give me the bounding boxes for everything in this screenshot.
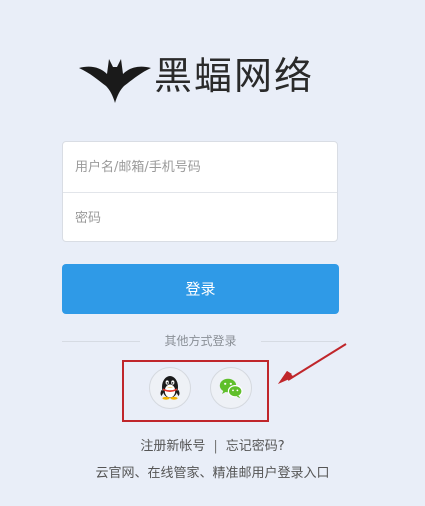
footer-text: 云官网、在线管家、精准邮用户登录入口	[95, 466, 330, 481]
link-separator: |	[213, 439, 218, 454]
annotation-arrow-icon	[278, 343, 347, 384]
bat-logo-icon	[79, 59, 151, 103]
brand-logo: 黑蝠网络	[78, 48, 328, 104]
wechat-login-button[interactable]	[210, 367, 252, 409]
register-link[interactable]: 注册新帐号	[140, 439, 205, 454]
brand-name: 黑蝠网络	[154, 54, 315, 98]
forgot-password-link[interactable]: 忘记密码?	[226, 439, 285, 454]
qq-login-button[interactable]	[149, 367, 191, 409]
login-form	[62, 141, 338, 242]
login-button[interactable]: 登录	[62, 264, 339, 314]
wechat-icon	[219, 378, 243, 399]
password-input[interactable]	[63, 193, 337, 241]
username-input[interactable]	[63, 142, 337, 192]
qq-penguin-icon	[160, 376, 180, 400]
account-links: 注册新帐号 | 忘记密码?	[0, 437, 425, 457]
